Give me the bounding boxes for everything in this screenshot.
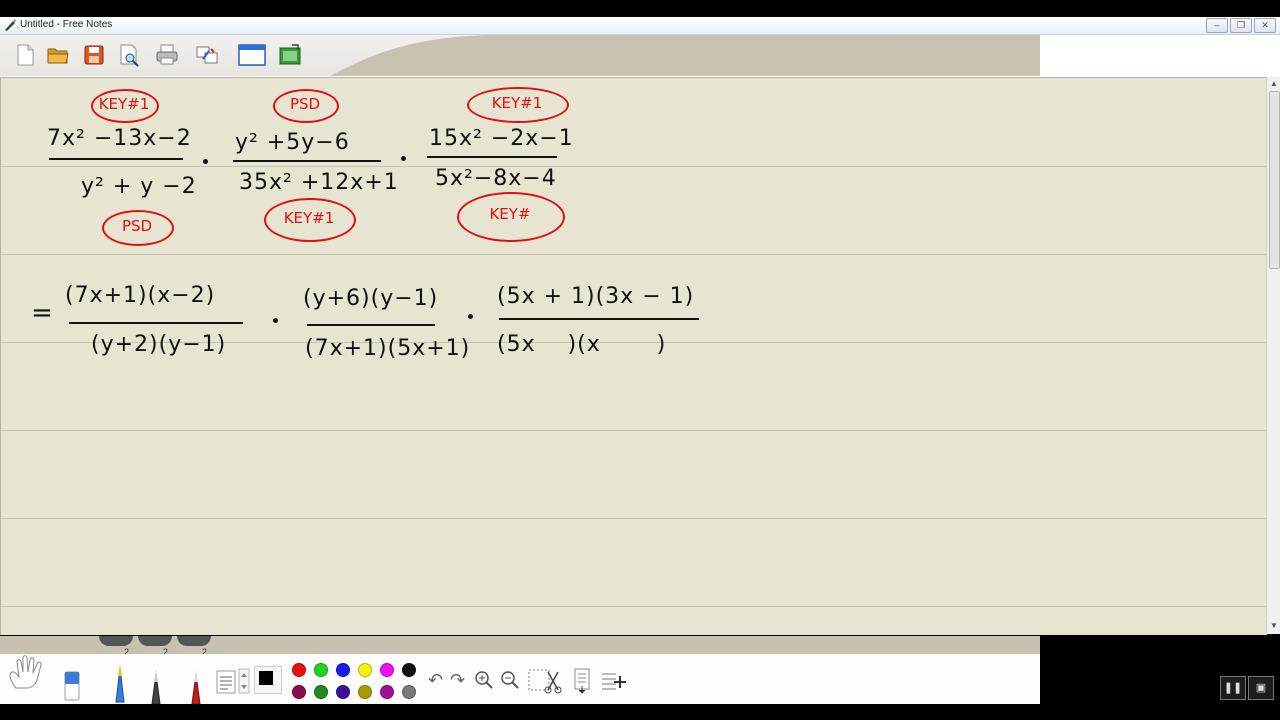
line-style-icon[interactable] — [216, 670, 236, 694]
factored-1-denominator: (y+2)(y−1) — [91, 332, 227, 357]
fraction-bar — [427, 156, 557, 158]
fraction-bar — [307, 324, 435, 326]
fraction-3-denominator: 5x²−8x−4 — [435, 166, 557, 191]
color-swatch[interactable] — [380, 685, 394, 699]
color-swatch[interactable] — [336, 685, 350, 699]
transfer-icon[interactable] — [195, 43, 219, 67]
rule-line — [1, 606, 1267, 607]
open-folder-icon[interactable] — [46, 43, 70, 67]
note-canvas[interactable]: KEY#1 PSD KEY#1 7x² −13x−2 y² + y −2 y² … — [0, 77, 1267, 635]
label-key1: KEY#1 — [98, 95, 150, 113]
color-swatch[interactable] — [314, 663, 328, 677]
print-icon[interactable] — [155, 43, 179, 67]
title-bar: Untitled - Free Notes – ❐ ✕ — [0, 17, 1280, 35]
factored-1-numerator: (7x+1)(x−2) — [65, 283, 216, 308]
screenshot-icon[interactable] — [278, 43, 302, 67]
color-swatch[interactable] — [292, 685, 306, 699]
save-icon[interactable] — [82, 43, 106, 67]
scroll-thumb[interactable] — [1269, 91, 1280, 269]
multiply-dot — [203, 159, 208, 164]
fraction-bar — [499, 318, 699, 320]
current-color-box[interactable] — [254, 666, 282, 694]
window-controls: – ❐ ✕ — [1206, 18, 1276, 33]
fraction-1-numerator: 7x² −13x−2 — [47, 126, 192, 151]
zoom-in-icon[interactable] — [474, 670, 494, 690]
top-toolbar — [0, 35, 1280, 77]
pen-red-icon[interactable] — [186, 668, 206, 704]
rule-line — [1, 166, 1267, 167]
hand-tool-icon[interactable] — [6, 654, 48, 690]
window-icon[interactable] — [238, 43, 266, 67]
label-key1: KEY#1 — [283, 209, 335, 227]
redo-icon[interactable]: ↷ — [450, 670, 465, 691]
bottom-toolbar: ↶ ↷ — [0, 654, 1040, 704]
fraction-bar — [49, 158, 183, 160]
close-button[interactable]: ✕ — [1254, 18, 1276, 33]
screen-button[interactable]: ▣ — [1248, 676, 1274, 700]
current-color-swatch — [259, 671, 273, 685]
vertical-scrollbar[interactable]: ▲ ▼ — [1266, 77, 1280, 634]
print-preview-icon[interactable] — [117, 43, 141, 67]
fraction-2-denominator: 35x² +12x+1 — [239, 170, 399, 195]
rule-line — [1, 254, 1267, 255]
color-swatch[interactable] — [314, 685, 328, 699]
fraction-bar — [69, 322, 243, 324]
app-pen-icon — [5, 19, 16, 31]
toolbar-decoration — [330, 35, 1040, 76]
pause-button[interactable]: ❚❚ — [1220, 676, 1246, 700]
label-psd: PSD — [121, 217, 153, 235]
corner-controls: ❚❚ ▣ — [1220, 676, 1274, 700]
color-swatch[interactable] — [292, 663, 306, 677]
color-swatch[interactable] — [336, 663, 350, 677]
insert-space-icon[interactable] — [600, 668, 626, 694]
pen-tab[interactable] — [138, 636, 172, 646]
pen-tab[interactable] — [99, 636, 133, 646]
color-swatch[interactable] — [380, 663, 394, 677]
rule-line — [1, 430, 1267, 431]
window-title: Untitled - Free Notes — [20, 19, 113, 30]
multiply-dot — [273, 318, 278, 323]
factored-2-denominator: (7x+1)(5x+1) — [305, 336, 471, 361]
multiply-dot — [401, 156, 406, 161]
fraction-3-numerator: 15x² −2x−1 — [429, 126, 574, 151]
stepper-icon[interactable] — [238, 668, 250, 694]
label-key: KEY# — [489, 205, 531, 223]
maximize-button[interactable]: ❐ — [1230, 18, 1252, 33]
color-swatch[interactable] — [358, 685, 372, 699]
new-file-icon[interactable] — [13, 43, 37, 67]
color-swatch[interactable] — [358, 663, 372, 677]
paste-page-icon[interactable] — [572, 668, 594, 694]
pen-blue-icon[interactable] — [110, 662, 130, 704]
multiply-dot — [468, 314, 473, 319]
select-cut-icon[interactable] — [528, 668, 564, 694]
rule-line — [1, 518, 1267, 519]
label-psd: PSD — [289, 95, 321, 113]
factored-3-denominator: (5x )(x ) — [497, 332, 667, 357]
label-key1: KEY#1 — [491, 94, 543, 112]
color-swatch[interactable] — [402, 663, 416, 677]
scroll-up-icon[interactable]: ▲ — [1269, 79, 1279, 89]
equals-sign: = — [31, 298, 54, 328]
pen-black-icon[interactable] — [146, 668, 166, 704]
minimize-button[interactable]: – — [1206, 18, 1228, 33]
eraser-icon[interactable] — [60, 666, 84, 704]
zoom-out-icon[interactable] — [500, 670, 520, 690]
factored-2-numerator: (y+6)(y−1) — [303, 286, 439, 311]
undo-icon[interactable]: ↶ — [428, 670, 443, 691]
fraction-bar — [233, 160, 381, 162]
fraction-2-numerator: y² +5y−6 — [235, 130, 350, 155]
fraction-1-denominator: y² + y −2 — [81, 174, 197, 199]
factored-3-numerator: (5x + 1)(3x − 1) — [497, 284, 695, 309]
color-swatch[interactable] — [402, 685, 416, 699]
pen-tab[interactable] — [177, 636, 211, 646]
scroll-down-icon[interactable]: ▼ — [1269, 621, 1279, 631]
